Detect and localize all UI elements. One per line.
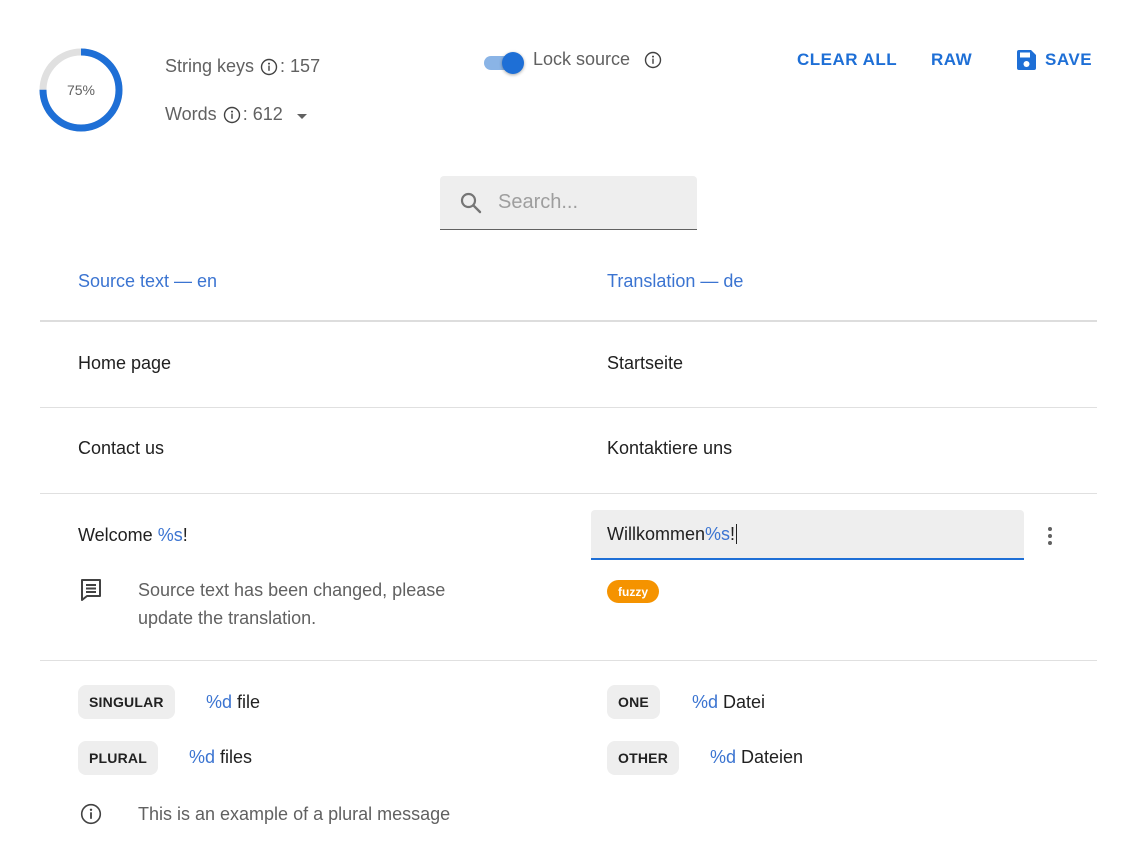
string-keys-stat: String keys : 157 [165, 56, 320, 77]
placeholder-token: %s [157, 525, 183, 545]
lock-source-toggle[interactable] [482, 51, 524, 74]
plural-text: file [232, 692, 261, 712]
translation-input[interactable]: Willkommen %s! [591, 510, 1024, 560]
more-vertical-icon[interactable] [1040, 524, 1060, 548]
plural-translation-text[interactable]: %d Dateien [710, 747, 803, 768]
placeholder-token: %d [206, 692, 233, 712]
translation-input-suffix: ! [730, 523, 736, 544]
plural-form-chip: SINGULAR [78, 685, 175, 719]
words-label: Words [165, 104, 217, 124]
placeholder-token: %d [189, 747, 216, 767]
note-line: Source text has been changed, please [138, 580, 446, 600]
placeholder-token: %d [710, 747, 737, 767]
toggle-thumb [502, 52, 524, 74]
words-value: : 612 [242, 104, 283, 124]
translation-column-header: Translation — de [607, 271, 744, 291]
string-keys-label: String keys [165, 56, 255, 76]
row-divider [40, 407, 1097, 408]
save-button[interactable]: SAVE [1015, 49, 1092, 71]
plural-source-text: %d file [206, 692, 260, 713]
source-text-suffix: ! [182, 525, 188, 545]
translation-text[interactable]: Startseite [607, 353, 683, 374]
info-icon[interactable] [223, 106, 241, 124]
chevron-down-icon[interactable] [296, 113, 307, 119]
plural-form-chip: PLURAL [78, 741, 158, 775]
plural-comment: This is an example of a plural message [138, 804, 451, 824]
plural-source-text: %d files [189, 747, 252, 768]
row-divider [40, 493, 1097, 494]
info-icon[interactable] [260, 58, 278, 76]
string-keys-value: : 157 [280, 56, 321, 76]
text-cursor [736, 524, 738, 544]
search-input[interactable] [498, 191, 678, 214]
source-column-header: Source text — en [78, 271, 218, 291]
floppy-disk-icon [1017, 50, 1036, 70]
info-icon [80, 803, 102, 825]
row-divider [40, 660, 1097, 661]
plural-text: Dateien [736, 747, 804, 767]
placeholder-token: %s [705, 523, 731, 544]
lock-source-label-group: Lock source [533, 49, 664, 70]
info-icon[interactable] [644, 51, 662, 69]
plural-form-chip: ONE [607, 685, 660, 719]
note-line: update the translation. [138, 608, 317, 628]
source-changed-note: Source text has been changed, please upd… [138, 576, 445, 632]
plural-translation-text[interactable]: %d Datei [692, 692, 765, 713]
placeholder-token: %d [692, 692, 719, 712]
search-field[interactable] [440, 176, 697, 230]
translation-text[interactable]: Kontaktiere uns [607, 438, 732, 459]
source-text: Welcome %s! [78, 525, 188, 546]
words-stat[interactable]: Words : 612 [165, 104, 307, 125]
raw-button[interactable]: RAW [931, 50, 972, 70]
source-text-prefix: Welcome [78, 525, 158, 545]
progress-ring: 75% [38, 47, 124, 133]
source-text: Contact us [78, 438, 165, 458]
plural-form-chip: OTHER [607, 741, 679, 775]
fuzzy-badge: fuzzy [607, 580, 659, 603]
plural-text: Datei [718, 692, 766, 712]
lock-source-label: Lock source [533, 49, 631, 69]
source-text: Home page [78, 353, 172, 373]
clear-all-button[interactable]: CLEAR ALL [797, 50, 897, 70]
save-button-label: SAVE [1045, 50, 1093, 69]
translation-input-prefix: Willkommen [607, 523, 706, 544]
plural-text: files [215, 747, 253, 767]
header-divider [40, 320, 1097, 322]
progress-label: 75% [66, 82, 96, 98]
search-icon [460, 192, 482, 213]
comment-icon [79, 577, 105, 608]
